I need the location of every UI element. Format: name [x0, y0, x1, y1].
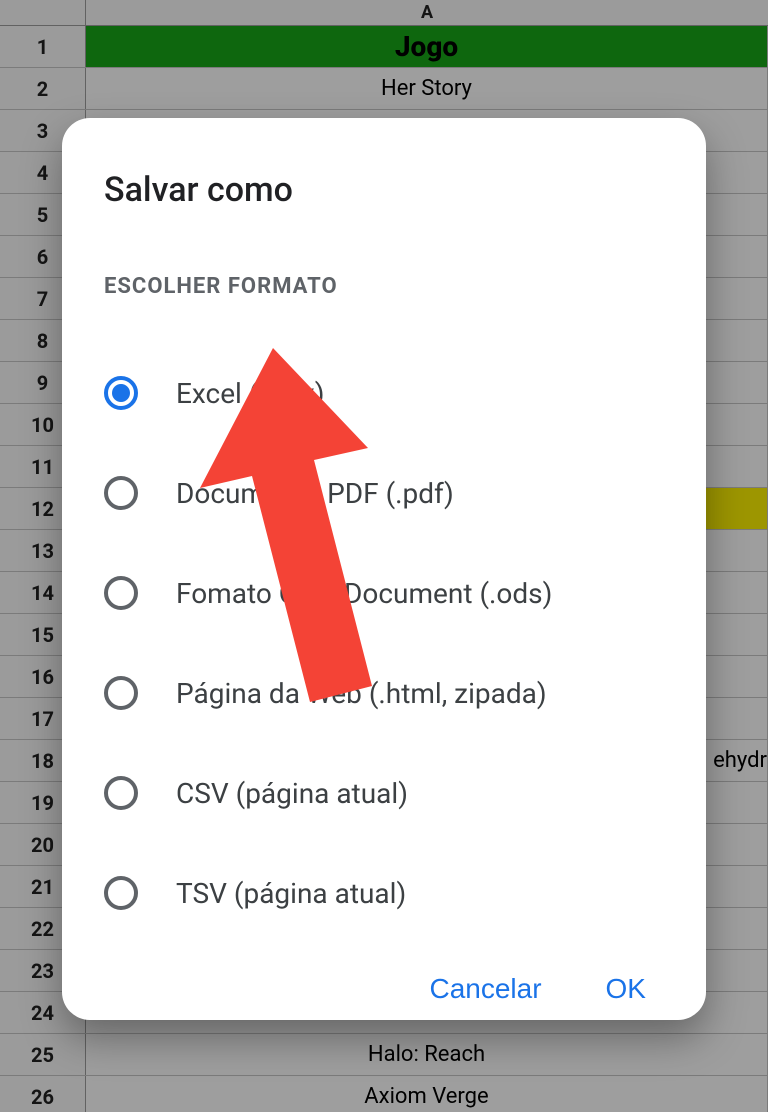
radio-icon[interactable] [104, 776, 138, 810]
dialog-title: Salvar como [104, 170, 664, 210]
format-option-label: TSV (página atual) [176, 877, 406, 910]
format-option-csv[interactable]: CSV (página atual) [104, 743, 664, 843]
radio-icon[interactable] [104, 876, 138, 910]
radio-icon[interactable] [104, 376, 138, 410]
radio-icon[interactable] [104, 576, 138, 610]
cancel-button[interactable]: Cancelar [429, 973, 541, 1005]
save-as-dialog: Salvar como ESCOLHER FORMATO Excel (.xls… [62, 118, 706, 1020]
format-option-label: Fomato OpenDocument (.ods) [176, 577, 552, 610]
format-option-html[interactable]: Página da Web (.html, zipada) [104, 643, 664, 743]
choose-format-label: ESCOLHER FORMATO [104, 274, 664, 299]
format-option-label: Documento PDF (.pdf) [176, 477, 454, 510]
format-option-xlsx[interactable]: Excel (.xlsx) [104, 343, 664, 443]
dialog-actions: Cancelar OK [104, 973, 664, 1005]
format-option-label: Excel (.xlsx) [176, 377, 325, 410]
format-option-tsv[interactable]: TSV (página atual) [104, 843, 664, 943]
format-option-label: CSV (página atual) [176, 777, 408, 810]
format-option-label: Página da Web (.html, zipada) [176, 677, 547, 710]
format-option-ods[interactable]: Fomato OpenDocument (.ods) [104, 543, 664, 643]
ok-button[interactable]: OK [606, 973, 646, 1005]
radio-icon[interactable] [104, 676, 138, 710]
format-option-pdf[interactable]: Documento PDF (.pdf) [104, 443, 664, 543]
radio-icon[interactable] [104, 476, 138, 510]
